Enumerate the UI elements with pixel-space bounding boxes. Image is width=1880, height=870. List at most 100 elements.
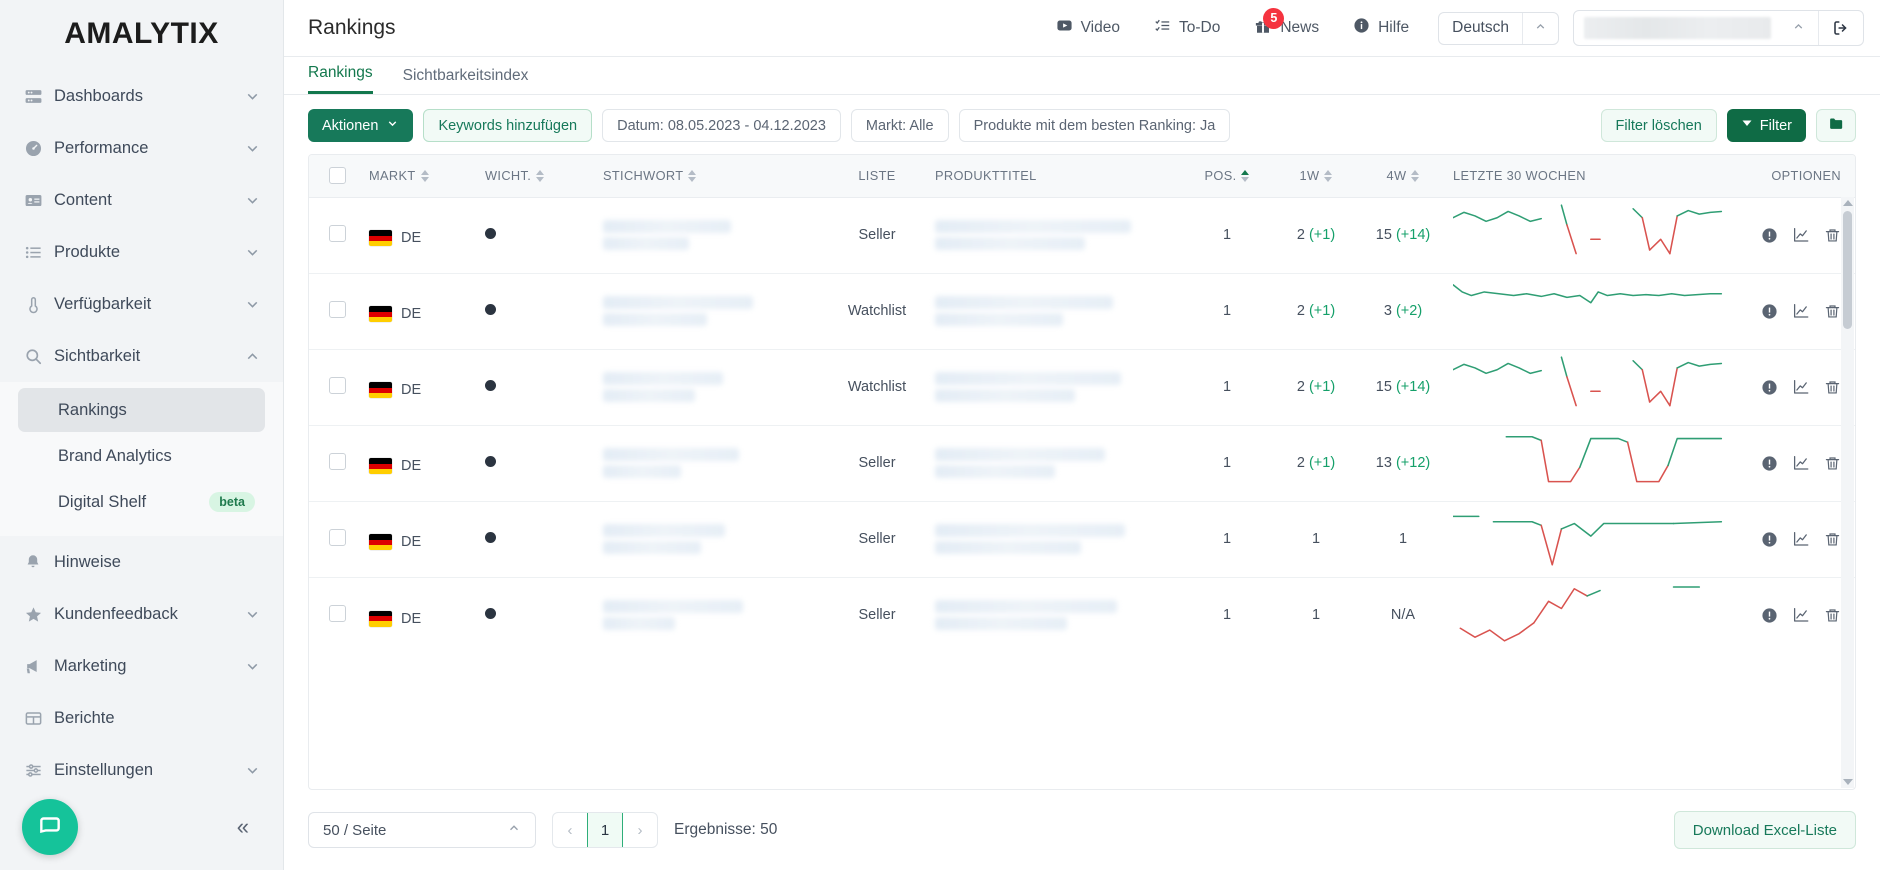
th-wicht[interactable]: WICHT. (481, 155, 599, 198)
tab-rankings[interactable]: Rankings (308, 64, 373, 94)
chart-line-icon[interactable] (1792, 378, 1810, 396)
sidebar-item-brand-analytics[interactable]: Brand Analytics (18, 434, 265, 478)
prev-page-button[interactable]: ‹ (553, 813, 587, 847)
market-filter-chip[interactable]: Markt: Alle (850, 109, 949, 142)
sort-icon[interactable] (1324, 169, 1333, 182)
trash-icon[interactable] (1824, 379, 1841, 396)
keyword-redacted (603, 465, 681, 478)
sidebar-footer: « (0, 784, 283, 870)
chart-line-icon[interactable] (1792, 226, 1810, 244)
th-markt[interactable]: MARKT (365, 155, 481, 198)
sidebar-item-einstellungen[interactable]: Einstellungen (0, 744, 283, 784)
alert-circle-icon[interactable] (1761, 607, 1778, 624)
row-checkbox[interactable] (328, 376, 346, 394)
sidebar-item-rankings[interactable]: Rankings (18, 388, 265, 432)
sidebar-item-content[interactable]: Content (0, 174, 283, 226)
sidebar-item-performance[interactable]: Performance (0, 122, 283, 174)
sort-icon[interactable] (536, 169, 545, 182)
alert-circle-icon[interactable] (1761, 303, 1778, 320)
chart-line-icon[interactable] (1792, 454, 1810, 472)
page-title: Rankings (308, 16, 396, 39)
alert-circle-icon[interactable] (1761, 455, 1778, 472)
table-row[interactable]: DE Watchlist 1 2 (+1) 3 (+2) (309, 273, 1855, 350)
table-row[interactable]: DE Watchlist 1 2 (+1) 15 (+14) (309, 349, 1855, 426)
page-number-1[interactable]: 1 (587, 813, 623, 847)
chart-line-icon[interactable] (1792, 530, 1810, 548)
row-checkbox[interactable] (328, 528, 346, 546)
next-page-button[interactable]: › (623, 813, 657, 847)
trash-icon[interactable] (1824, 607, 1841, 624)
trash-icon[interactable] (1824, 531, 1841, 548)
help-beacon-button[interactable] (22, 799, 78, 855)
trash-icon[interactable] (1824, 455, 1841, 472)
trash-icon[interactable] (1824, 303, 1841, 320)
sidebar-item-produkte[interactable]: Produkte (0, 226, 283, 278)
scroll-up-icon[interactable] (1842, 200, 1853, 206)
trash-icon[interactable] (1824, 227, 1841, 244)
sort-icon[interactable] (1411, 169, 1420, 182)
aktionen-button[interactable]: Aktionen (308, 109, 414, 142)
table-scrollbar[interactable] (1841, 197, 1854, 788)
chart-line-icon[interactable] (1792, 302, 1810, 320)
sidebar-item-verfuegbarkeit[interactable]: Verfügbarkeit (0, 278, 283, 330)
account-select[interactable] (1573, 10, 1864, 46)
alert-circle-icon[interactable] (1761, 379, 1778, 396)
chart-line-icon[interactable] (1792, 606, 1810, 624)
sidebar: AMALYTIX Dashboards Performance Content … (0, 0, 284, 870)
scroll-down-icon[interactable] (1842, 779, 1853, 785)
news-button[interactable]: 5 News (1237, 7, 1336, 40)
importance-dot-icon (485, 532, 496, 543)
per-page-select[interactable]: 50 / Seite (308, 812, 536, 848)
sidebar-item-marketing[interactable]: Marketing (0, 640, 283, 692)
logout-button[interactable] (1819, 19, 1863, 37)
sidebar-item-kundenfeedback[interactable]: Kundenfeedback (0, 588, 283, 640)
market-flag-de: DE (369, 534, 421, 550)
sidebar-item-sichtbarkeit[interactable]: Sichtbarkeit (0, 330, 283, 382)
sort-icon[interactable] (688, 169, 697, 182)
row-checkbox[interactable] (328, 452, 346, 470)
table-row[interactable]: DE Seller 1 1 1 (309, 501, 1855, 578)
language-select[interactable]: Deutsch (1438, 11, 1559, 45)
row-checkbox[interactable] (328, 300, 346, 318)
chevron-up-icon (244, 348, 261, 365)
chevron-up-icon[interactable] (1523, 20, 1558, 36)
table-row[interactable]: DE Seller 1 2 (+1) 15 (+14) (309, 197, 1855, 274)
add-keywords-button[interactable]: Keywords hinzufügen (423, 109, 593, 142)
date-filter-chip[interactable]: Datum: 08.05.2023 - 04.12.2023 (602, 109, 841, 142)
saved-filters-button[interactable] (1816, 109, 1856, 142)
sort-icon[interactable] (420, 169, 429, 182)
th-stichwort[interactable]: STICHWORT (599, 155, 823, 198)
sidebar-item-berichte[interactable]: Berichte (0, 692, 283, 744)
sidebar-item-digital-shelf[interactable]: Digital Shelf beta (18, 480, 265, 524)
hilfe-button[interactable]: Hilfe (1336, 17, 1426, 39)
table-row[interactable]: DE Seller 1 2 (+1) 13 (+12) (309, 425, 1855, 502)
clear-filter-button[interactable]: Filter löschen (1600, 109, 1717, 142)
download-excel-button[interactable]: Download Excel-Liste (1673, 811, 1856, 849)
select-all-checkbox[interactable] (328, 167, 346, 185)
filter-button[interactable]: Filter (1726, 109, 1806, 142)
chevron-up-icon[interactable] (1779, 20, 1818, 36)
language-value: Deutsch (1452, 19, 1509, 36)
sort-icon[interactable] (1241, 169, 1250, 182)
row-checkbox[interactable] (328, 604, 346, 622)
row-checkbox[interactable] (328, 224, 346, 242)
sidebar-item-hinweise[interactable]: Hinweise (0, 536, 283, 588)
alert-circle-icon[interactable] (1761, 531, 1778, 548)
product-title-redacted (935, 313, 1063, 326)
week1-value: 2 (1296, 303, 1305, 319)
alert-circle-icon[interactable] (1761, 227, 1778, 244)
th-pos[interactable]: POS. (1179, 155, 1275, 198)
th-4w[interactable]: 4W (1357, 155, 1449, 198)
todo-button[interactable]: To-Do (1137, 17, 1237, 39)
best-ranking-filter-chip[interactable]: Produkte mit dem besten Ranking: Ja (958, 109, 1231, 142)
collapse-sidebar-button[interactable]: « (237, 814, 249, 840)
list-label: Seller (858, 531, 896, 547)
sidebar-item-dashboards[interactable]: Dashboards (0, 70, 283, 122)
th-1w[interactable]: 1W (1275, 155, 1357, 198)
table-row[interactable]: DE Seller 1 1 N/A (309, 577, 1855, 653)
video-button[interactable]: Video (1039, 17, 1137, 39)
brand-logo[interactable]: AMALYTIX (0, 0, 283, 68)
scrollbar-thumb[interactable] (1843, 211, 1852, 329)
tab-sichtbarkeitsindex[interactable]: Sichtbarkeitsindex (403, 67, 529, 94)
cell-pos: 1 (1179, 197, 1275, 274)
